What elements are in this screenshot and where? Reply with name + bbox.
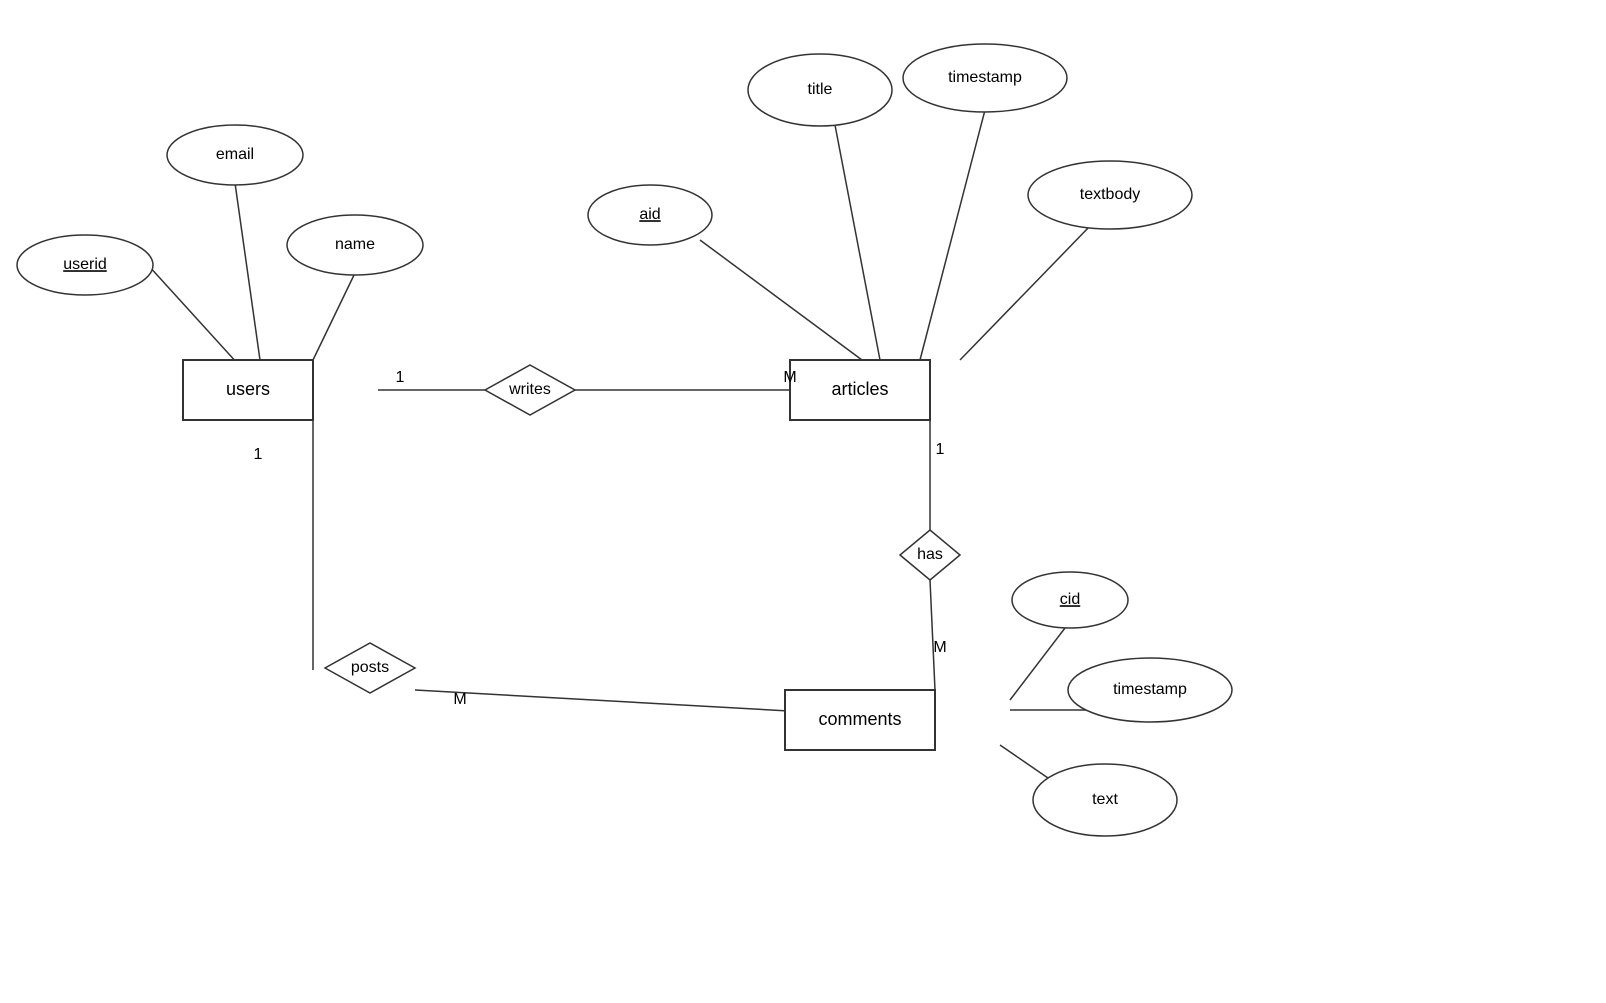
card-writes-1: 1: [396, 369, 405, 386]
line-timestamp-art: [920, 110, 985, 360]
rel-writes-label: writes: [508, 381, 551, 398]
card-has-1: 1: [936, 441, 945, 458]
attr-userid-label: userid: [63, 256, 107, 273]
line-textbody: [960, 226, 1090, 360]
attr-text-label: text: [1092, 791, 1118, 808]
line-title: [835, 125, 880, 360]
card-has-m: M: [933, 639, 946, 656]
rel-posts-label: posts: [351, 659, 389, 676]
attr-email-label: email: [216, 146, 254, 163]
entity-comments-label: comments: [818, 709, 901, 729]
entity-users-label: users: [226, 379, 270, 399]
card-posts-1: 1: [254, 446, 263, 463]
er-diagram: users articles comments writes has posts…: [0, 0, 1606, 998]
card-writes-m: M: [783, 369, 796, 386]
attr-aid-label: aid: [639, 206, 660, 223]
entity-articles-label: articles: [831, 379, 888, 399]
attr-timestamp-comments-label: timestamp: [1113, 681, 1187, 698]
attr-title-label: title: [808, 81, 833, 98]
line-email: [235, 183, 260, 360]
line-name: [313, 273, 355, 360]
attr-textbody-label: textbody: [1080, 186, 1140, 203]
rel-has-label: has: [917, 546, 943, 563]
line-userid: [148, 265, 248, 375]
line-cid: [1010, 628, 1065, 700]
attr-name-label: name: [335, 236, 375, 253]
line-aid: [700, 240, 862, 360]
attr-cid-label: cid: [1060, 591, 1080, 608]
card-posts-m: M: [453, 691, 466, 708]
line-has-comments: [930, 580, 935, 690]
attr-timestamp-articles-label: timestamp: [948, 69, 1022, 86]
